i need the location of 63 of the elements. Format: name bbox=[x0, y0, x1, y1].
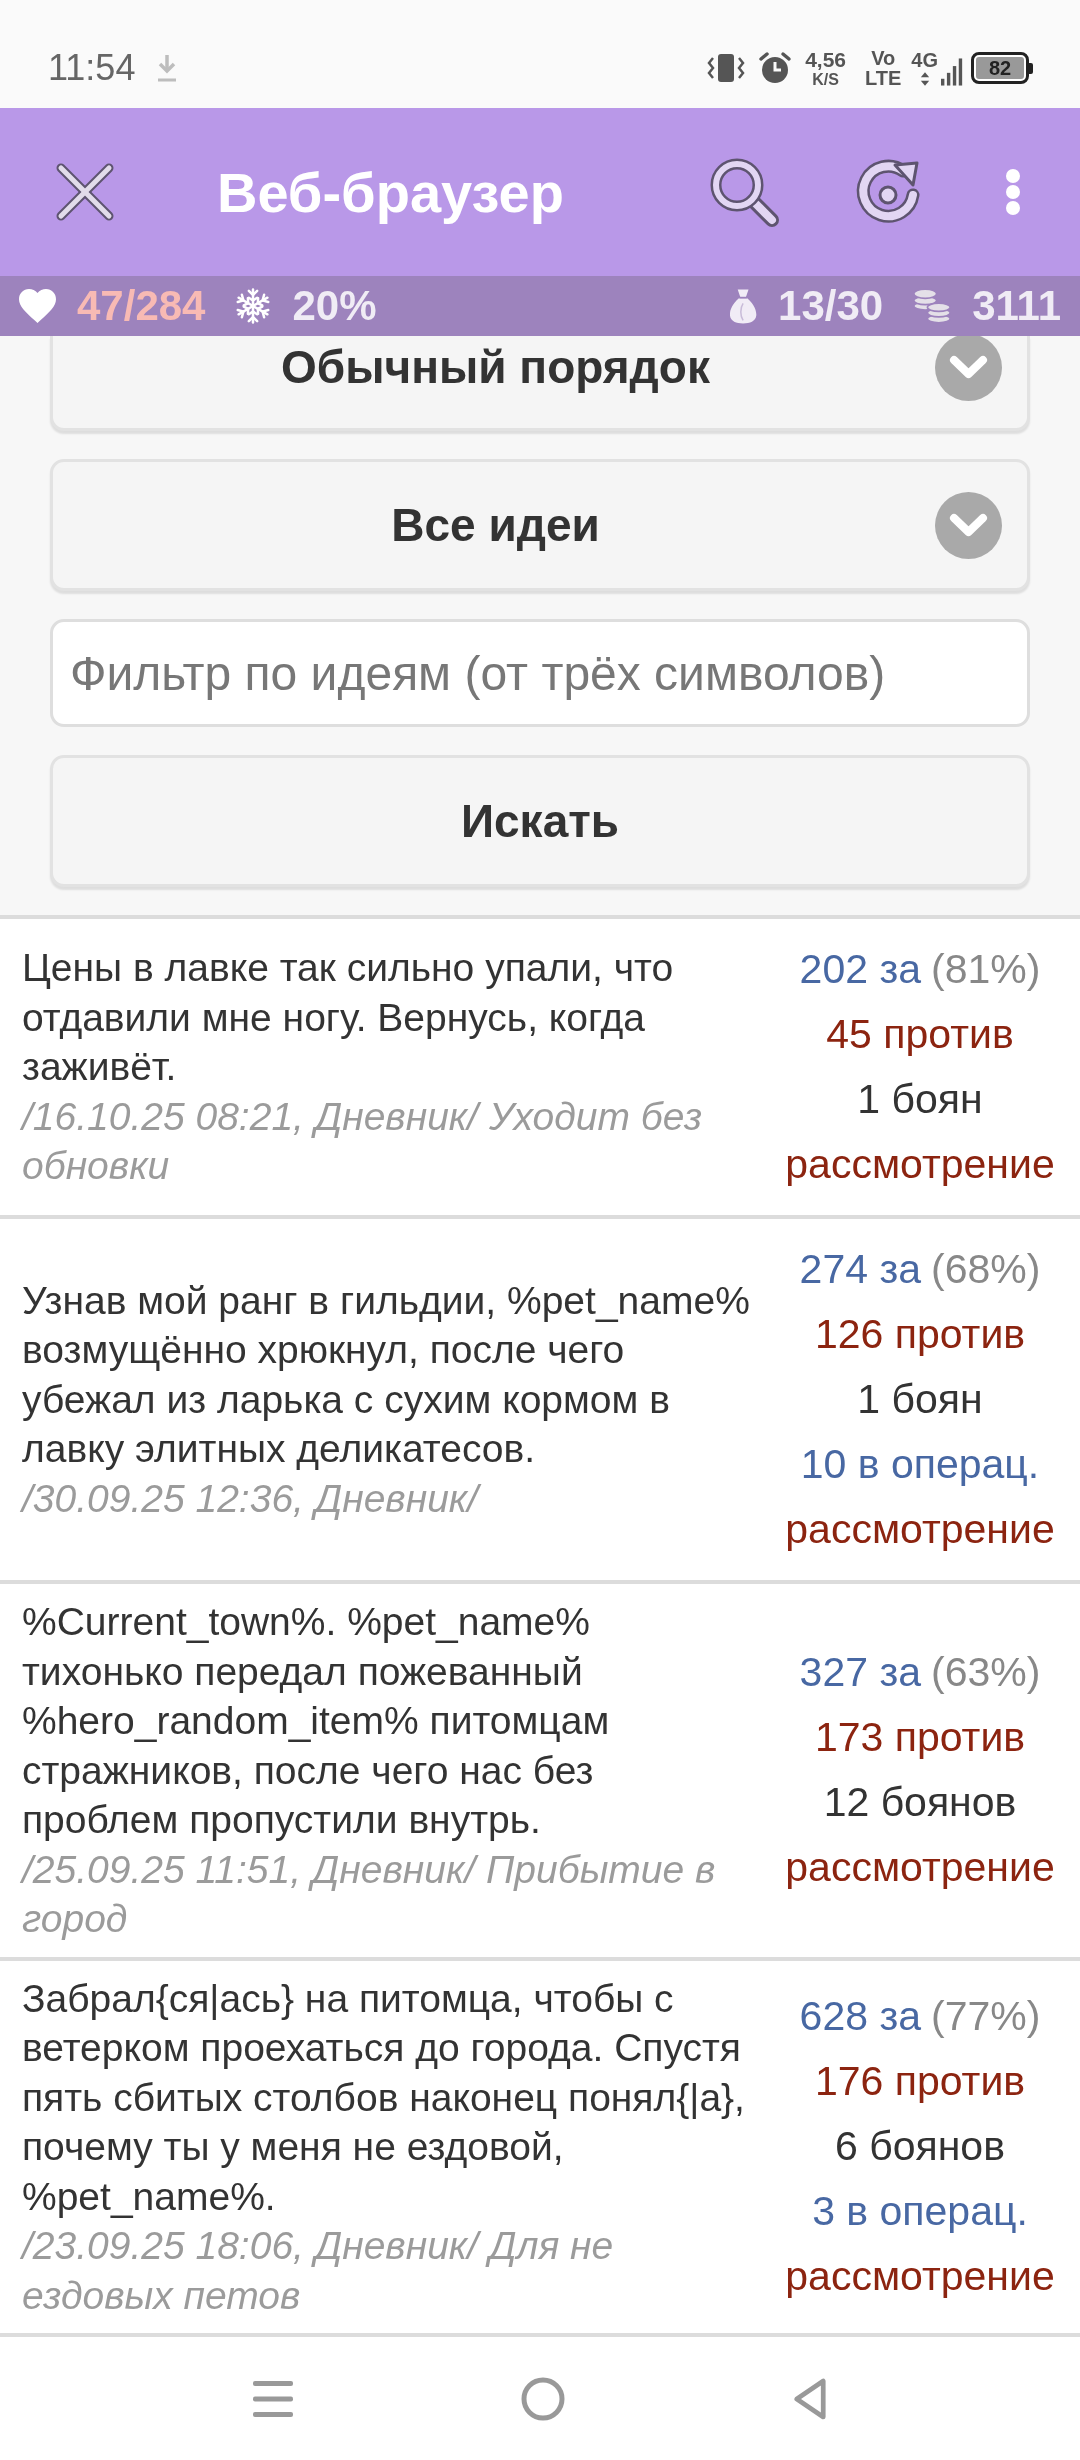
network-type: 4G bbox=[911, 50, 938, 70]
votes-for: 202 за bbox=[799, 946, 921, 992]
votes-against: 45 против bbox=[826, 1011, 1014, 1057]
snowflake-icon bbox=[235, 288, 272, 324]
data-arrows-icon bbox=[919, 72, 930, 86]
idea-source: /23.09.25 18:06, Дневник/ Для не ездовых петов bbox=[22, 2223, 615, 2319]
approval-percent: (81%) bbox=[931, 946, 1041, 992]
approval-percent: (77%) bbox=[931, 1993, 1041, 2040]
bayan-votes: 1 боян bbox=[857, 1076, 983, 1122]
idea-source: /25.09.25 11:51, Дневник/ Прибытие в город bbox=[22, 1846, 717, 1942]
vibrate-icon bbox=[707, 52, 746, 84]
in-operation-count: 10 в операц. bbox=[800, 1441, 1040, 1487]
votes-for: 628 за bbox=[799, 1993, 921, 2040]
chevron-down-icon bbox=[935, 336, 1002, 401]
heart-icon bbox=[19, 289, 56, 323]
votes-against: 126 против bbox=[814, 1311, 1026, 1357]
search-button[interactable]: Искать bbox=[50, 755, 1030, 887]
votes-for: 274 за bbox=[799, 1246, 921, 1292]
stat-value: 3111 bbox=[972, 285, 1061, 327]
in-operation-count: 3 в операц. bbox=[812, 2188, 1028, 2235]
battery-indicator: 82 bbox=[971, 52, 1033, 84]
volte-label: Vo bbox=[871, 48, 896, 68]
votes-against: 176 против bbox=[814, 2058, 1026, 2105]
home-icon[interactable] bbox=[521, 2376, 565, 2421]
status-label: рассмотрение bbox=[785, 2253, 1055, 2300]
select-dropdown[interactable]: Обычный порядок bbox=[50, 336, 1030, 431]
menu-icon[interactable] bbox=[253, 2378, 293, 2419]
idea-source: /16.10.25 08:21, Дневник/ Уходит без обновки bbox=[22, 1093, 704, 1190]
lte-label: LTE bbox=[865, 68, 902, 88]
idea-source: /30.09.25 12:36, Дневник/ bbox=[22, 1473, 760, 1524]
votes-against: 173 против bbox=[814, 1714, 1026, 1761]
votes-for: 327 за bbox=[799, 1649, 921, 1696]
idea-text: Узнав мой ранг в гильдии, %pet_name% возмущённо хрюкнул, после чего убежал из ларька с сухим кормом в лавку элитных деликатесов. bbox=[22, 1277, 751, 1473]
status-label: рассмотрение bbox=[785, 1506, 1055, 1552]
network-speed: 4,56 bbox=[805, 48, 846, 70]
bayan-votes: 6 боянов bbox=[835, 2123, 1005, 2170]
stat-value: 47/284 bbox=[77, 285, 206, 327]
window-title: Веб-браузер bbox=[217, 159, 564, 225]
idea-text: %Current_town%. %pet_name% тихонько передал пожеванный %hero_random_item% питомцам стражников, после чего нас без проблем пропустили внутрь. bbox=[22, 1599, 611, 1843]
coins-icon bbox=[913, 288, 952, 324]
status-label: рассмотрение bbox=[785, 1844, 1055, 1891]
chevron-down-icon bbox=[935, 491, 1002, 559]
stat-value: 20% bbox=[292, 285, 377, 327]
status-time: 11:54 bbox=[48, 47, 136, 89]
download-icon bbox=[156, 53, 179, 83]
stat-value: 13/30 bbox=[778, 285, 884, 327]
speed-unit: K/S bbox=[812, 71, 839, 88]
sack-icon bbox=[730, 288, 758, 324]
filter-input[interactable]: Фильтр по идеям (от трёх символов) bbox=[50, 619, 1030, 727]
bayan-votes: 1 боян bbox=[857, 1376, 983, 1422]
idea-text: Забрал{ся|ась} на питомца, чтобы с ветерком проехаться до города. Спустя пять сбитых столбов наконец понял{|а}, почему ты у меня не ездовой, %pet_name%. bbox=[22, 1975, 746, 2220]
bayan-votes: 12 боянов bbox=[823, 1779, 1017, 1826]
close-icon[interactable] bbox=[55, 162, 115, 222]
back-icon[interactable] bbox=[793, 2377, 827, 2420]
select-dropdown[interactable]: Все идеи bbox=[50, 459, 1030, 591]
approval-percent: (63%) bbox=[931, 1649, 1041, 1696]
more-icon[interactable] bbox=[1005, 169, 1021, 215]
status-label: рассмотрение bbox=[785, 1141, 1055, 1187]
signal-icon bbox=[941, 58, 963, 86]
idea-text: Цены в лавке так сильно упали, что отдавили мне ногу. Вернусь, когда заживёт. bbox=[22, 945, 675, 1091]
search-icon[interactable] bbox=[709, 157, 779, 227]
alarm-icon bbox=[758, 51, 793, 85]
approval-percent: (68%) bbox=[931, 1246, 1041, 1292]
